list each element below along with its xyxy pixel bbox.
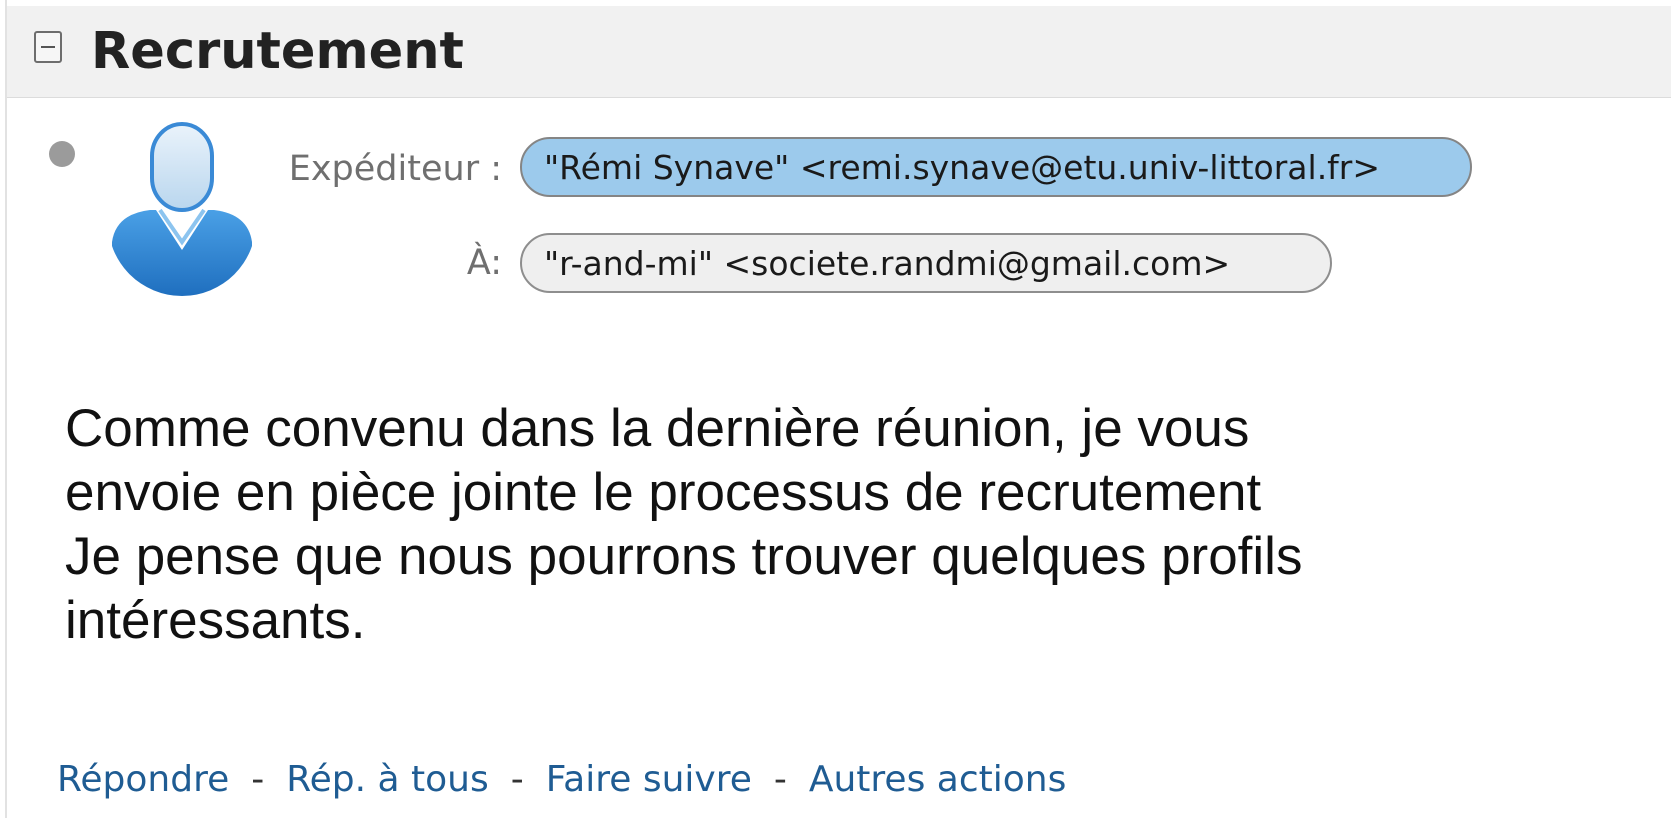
sender-address[interactable]: "Rémi Synave" <remi.synave@etu.univ-litt…: [520, 137, 1472, 197]
collapse-minus-icon[interactable]: [34, 31, 62, 63]
recipient-address[interactable]: "r-and-mi" <societe.randmi@gmail.com>: [520, 233, 1332, 293]
reply-link[interactable]: Répondre: [57, 759, 229, 800]
body-line: Comme convenu dans la dernière réunion, …: [65, 399, 1250, 458]
more-actions-link[interactable]: Autres actions: [809, 759, 1066, 800]
reply-all-link[interactable]: Rép. à tous: [286, 759, 489, 800]
user-avatar-icon: [112, 122, 252, 296]
message-actions: Répondre - Rép. à tous - Faire suivre - Autres…: [57, 755, 1066, 805]
to-label: À:: [466, 243, 502, 283]
body-line: Je pense que nous pourrons trouver quelq…: [65, 527, 1303, 586]
action-separator: -: [251, 759, 265, 800]
body-line: intéressants.: [65, 591, 366, 650]
forward-link[interactable]: Faire suivre: [546, 759, 752, 800]
action-separator: -: [773, 759, 787, 800]
left-border: [5, 0, 7, 818]
unread-status-dot-icon[interactable]: [49, 141, 75, 167]
from-label: Expéditeur :: [288, 149, 502, 189]
message-body: Comme convenu dans la dernière réunion, …: [65, 397, 1485, 653]
message-header: Recrutement: [7, 6, 1671, 98]
body-line: envoie en pièce jointe le processus de r…: [65, 463, 1262, 522]
action-separator: -: [510, 759, 524, 800]
message-subject: Recrutement: [91, 22, 464, 81]
